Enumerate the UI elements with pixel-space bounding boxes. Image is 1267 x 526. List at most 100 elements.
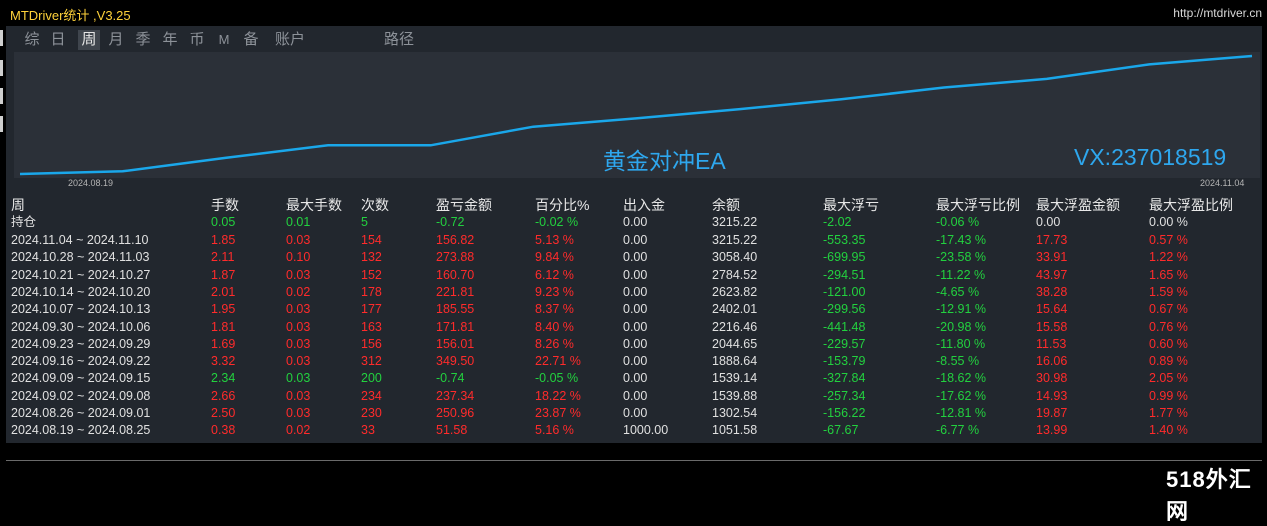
table-cell: 1.95 xyxy=(211,302,236,317)
table-cell: 9.84 % xyxy=(535,250,574,265)
table-cell: -229.57 xyxy=(823,336,866,351)
week-range: 2024.10.14 ~ 2024.10.20 xyxy=(11,284,151,299)
tab-path[interactable]: 路径 xyxy=(379,30,419,50)
week-range: 2024.10.07 ~ 2024.10.13 xyxy=(11,302,151,317)
table-cell: 33 xyxy=(361,423,375,438)
table-cell: 237.34 xyxy=(436,388,475,403)
table-cell: 13.99 xyxy=(1036,423,1068,438)
title-bar: MTDriver统计 ,V3.25 http://mtdriver.cn xyxy=(6,0,1267,26)
chart-annotation-vx: VX:237018519 xyxy=(1074,144,1227,170)
table-cell: 0.76 % xyxy=(1149,319,1188,334)
table-cell: 1.40 % xyxy=(1149,423,1188,438)
table-cell: 1.77 % xyxy=(1149,406,1188,420)
table-row: 2024.08.26 ~ 2024.09.01 2.50 0.03 230 250.96… xyxy=(11,405,1261,422)
table-cell: 1.22 % xyxy=(1149,250,1188,265)
table-cell: -17.43 % xyxy=(936,233,987,247)
tab-quarter[interactable]: 季 xyxy=(133,30,153,50)
table-row: 2024.09.23 ~ 2024.09.29 1.69 0.03 156 156.01… xyxy=(11,336,1261,353)
tab-account[interactable]: 账户 xyxy=(270,30,310,50)
table-cell: -0.72 xyxy=(436,215,465,229)
table-cell: -6.77 % xyxy=(936,423,980,438)
table-cell: -156.22 xyxy=(823,406,866,420)
table-cell: 1051.58 xyxy=(712,423,758,438)
table-cell: 0.00 xyxy=(623,336,648,351)
table-cell: 5 xyxy=(361,215,368,229)
table-cell: 0.00 xyxy=(623,388,648,403)
table-cell: 1.87 xyxy=(211,267,236,282)
edge-marker xyxy=(0,30,3,46)
table-cell: 2623.82 xyxy=(712,284,758,299)
table-cell: -17.62 % xyxy=(936,388,987,403)
table-cell: 22.71 % xyxy=(535,354,581,369)
tab-currency[interactable]: 币 xyxy=(187,30,207,50)
table-cell: 230 xyxy=(361,406,382,420)
table-cell: 5.16 % xyxy=(535,423,574,438)
table-cell: -553.35 xyxy=(823,233,866,247)
tab-notes[interactable]: 备 xyxy=(241,30,261,50)
table-cell: 8.26 % xyxy=(535,336,574,351)
table-cell: 2.05 % xyxy=(1149,371,1188,386)
edge-marker xyxy=(0,116,3,132)
table-cell: 156.01 xyxy=(436,336,475,351)
table-cell: 3058.40 xyxy=(712,250,758,265)
table-cell: 132 xyxy=(361,250,382,265)
table-cell: 171.81 xyxy=(436,319,475,334)
table-cell: -2.02 xyxy=(823,215,852,229)
table-row: 2024.09.09 ~ 2024.09.15 2.34 0.03 200 -0.74 -… xyxy=(11,370,1261,387)
column-header: 最大浮亏比例 xyxy=(936,197,1020,213)
table-cell: 16.06 xyxy=(1036,354,1068,369)
table-cell: 33.91 xyxy=(1036,250,1068,265)
edge-marker xyxy=(0,60,3,76)
table-cell: 0.00 xyxy=(1036,215,1061,229)
table-cell: 0.00 xyxy=(623,215,648,229)
table-row: 2024.10.28 ~ 2024.11.03 2.11 0.10 132 273.88… xyxy=(11,249,1261,266)
table-row: 2024.10.07 ~ 2024.10.13 1.95 0.03 177 185.55… xyxy=(11,301,1261,318)
tab-m[interactable]: M xyxy=(214,30,234,50)
table-cell: 2.50 xyxy=(211,406,236,420)
tab-summary[interactable]: 综 xyxy=(22,30,42,50)
table-cell: 221.81 xyxy=(436,284,475,299)
tab-year[interactable]: 年 xyxy=(160,30,180,50)
table-cell: 0.00 xyxy=(623,267,648,282)
column-header: 最大浮盈金额 xyxy=(1036,197,1120,213)
site-link[interactable]: http://mtdriver.cn xyxy=(1173,6,1262,20)
table-cell: 234 xyxy=(361,388,382,403)
tab-month[interactable]: 月 xyxy=(106,30,126,50)
table-cell: 2216.46 xyxy=(712,319,758,334)
table-cell: 152 xyxy=(361,267,382,282)
table-cell: 273.88 xyxy=(436,250,475,265)
table-cell: -67.67 xyxy=(823,423,859,438)
table-cell: -23.58 % xyxy=(936,250,987,265)
table-row: 2024.11.04 ~ 2024.11.10 1.85 0.03 154 156.82… xyxy=(11,232,1261,249)
table-cell: 0.00 xyxy=(623,233,648,247)
table-cell: -699.95 xyxy=(823,250,866,265)
tab-week[interactable]: 周 xyxy=(78,30,100,50)
table-cell: -257.34 xyxy=(823,388,866,403)
table-cell: 2.01 xyxy=(211,284,236,299)
table-cell: 8.37 % xyxy=(535,302,574,317)
week-range: 2024.10.28 ~ 2024.11.03 xyxy=(11,250,150,265)
table-cell: 0.00 xyxy=(623,284,648,299)
column-header: 最大浮亏 xyxy=(823,197,879,213)
week-range: 2024.10.21 ~ 2024.10.27 xyxy=(11,267,151,282)
table-row: 2024.09.02 ~ 2024.09.08 2.66 0.03 234 237.34… xyxy=(11,388,1261,405)
table-cell: 15.58 xyxy=(1036,319,1068,334)
week-range: 2024.08.19 ~ 2024.08.25 xyxy=(11,423,151,438)
table-cell: 163 xyxy=(361,319,382,334)
table-cell: 0.00 xyxy=(623,371,648,386)
week-range: 2024.09.16 ~ 2024.09.22 xyxy=(11,354,151,369)
week-range: 2024.09.09 ~ 2024.09.15 xyxy=(11,371,151,386)
table-cell: -0.02 % xyxy=(535,215,579,229)
table-row: 2024.08.19 ~ 2024.08.25 0.38 0.02 33 51.58 5.… xyxy=(11,422,1261,439)
table-cell: -327.84 xyxy=(823,371,866,386)
table-cell: 0.99 % xyxy=(1149,388,1188,403)
table-cell: 51.58 xyxy=(436,423,468,438)
table-cell: 178 xyxy=(361,284,382,299)
table-cell: -0.05 % xyxy=(535,371,579,386)
table-cell: 0.00 % xyxy=(1149,215,1188,229)
table-cell: 43.97 xyxy=(1036,267,1068,282)
table-header-row: 周 手数 最大手数 次数 盈亏金额 百分比% 出入金 余额 最大浮亏 最大浮亏比例 最大浮盈金额 最大… xyxy=(11,197,1261,214)
table-cell: -121.00 xyxy=(823,284,866,299)
column-header: 最大浮盈比例 xyxy=(1149,197,1233,213)
tab-day[interactable]: 日 xyxy=(48,30,68,50)
